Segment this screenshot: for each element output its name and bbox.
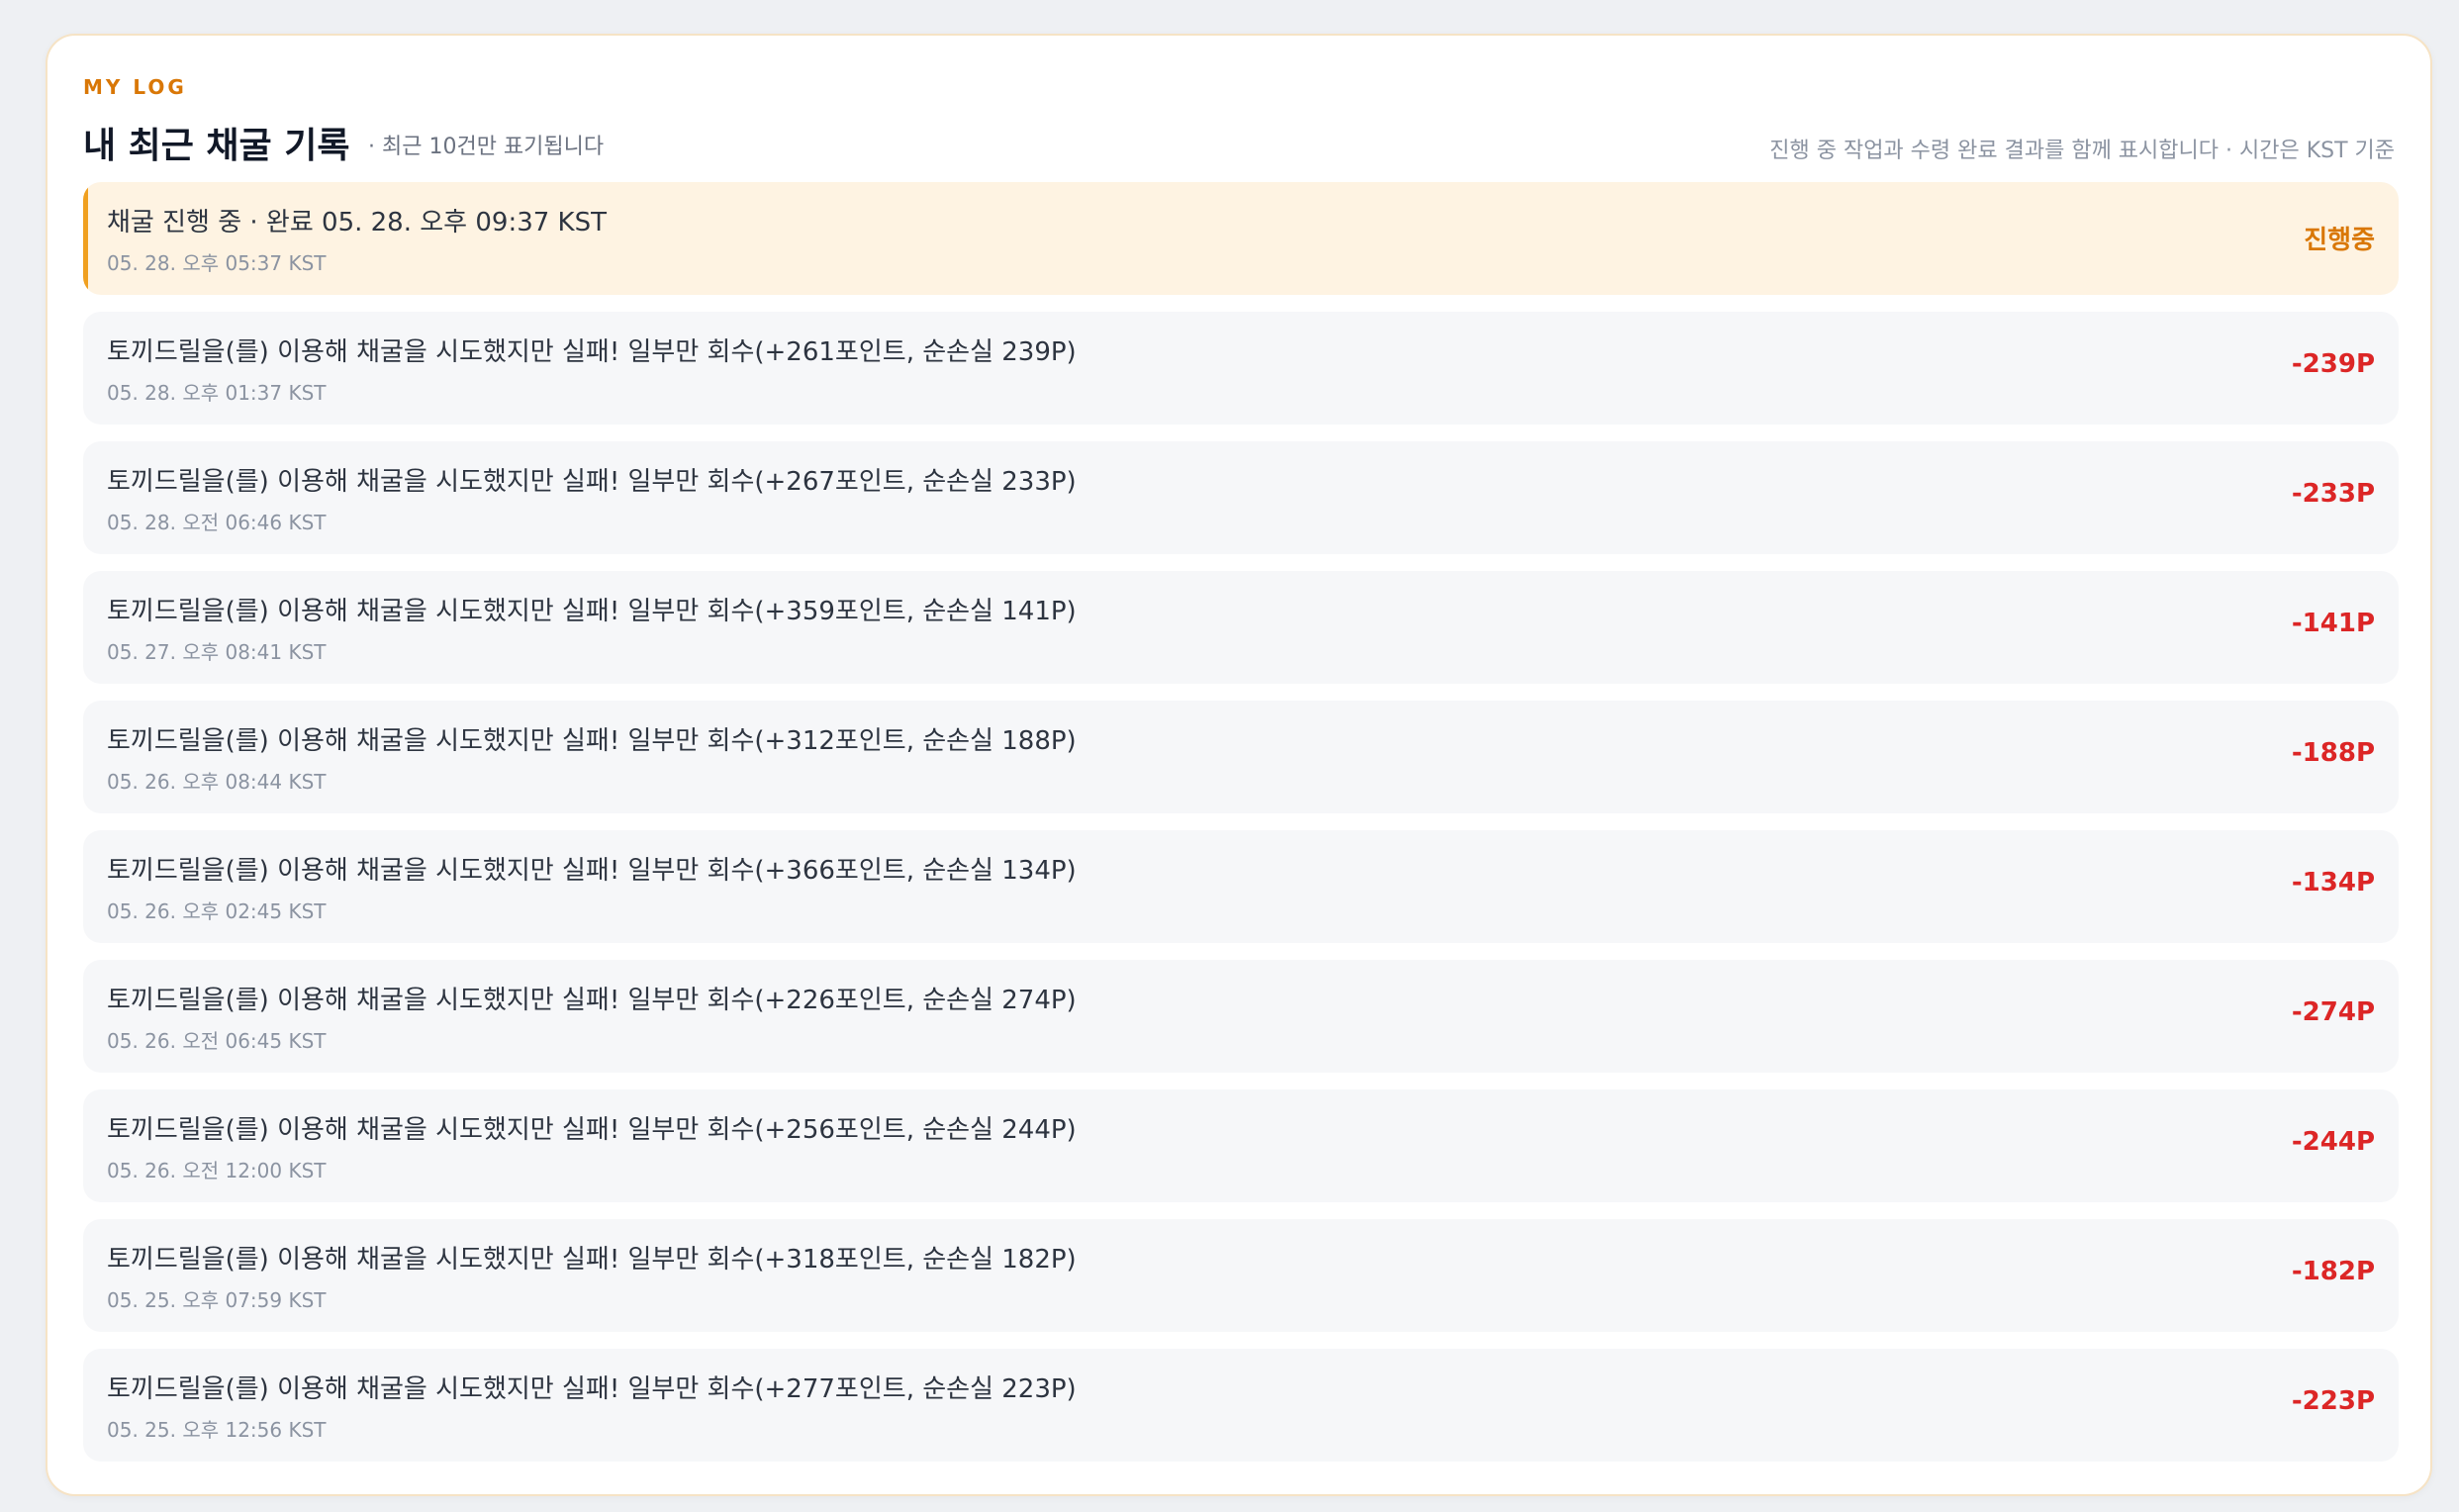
record-description: 토끼드릴을(를) 이용해 채굴을 시도했지만 실패! 일부만 회수(+226포인… — [107, 986, 1077, 1015]
record-amount: -233P — [2291, 479, 2375, 509]
record-timestamp: 05. 28. 오후 01:37 KST — [107, 381, 327, 405]
record-description: 토끼드릴을(를) 이용해 채굴을 시도했지만 실패! 일부만 회수(+312포인… — [107, 726, 1077, 756]
record-row: 토끼드릴을(를) 이용해 채굴을 시도했지만 실패! 일부만 회수(+359포인… — [83, 571, 2399, 684]
record-row: 토끼드릴을(를) 이용해 채굴을 시도했지만 실패! 일부만 회수(+366포인… — [83, 830, 2399, 943]
record-amount: -182P — [2291, 1257, 2375, 1286]
record-row-pending: 채굴 진행 중 · 완료 05. 28. 오후 09:37 KST 05. 28… — [83, 182, 2399, 295]
record-amount: -223P — [2291, 1386, 2375, 1416]
record-row: 토끼드릴을(를) 이용해 채굴을 시도했지만 실패! 일부만 회수(+312포인… — [83, 701, 2399, 813]
record-row: 토끼드릴을(를) 이용해 채굴을 시도했지만 실패! 일부만 회수(+318포인… — [83, 1219, 2399, 1332]
record-timestamp: 05. 25. 오후 12:56 KST — [107, 1418, 327, 1442]
record-amount: -141P — [2291, 609, 2375, 638]
section-eyebrow: MY LOG — [83, 75, 187, 99]
record-amount: -134P — [2291, 868, 2375, 898]
mining-log-panel: MY LOG 내 최근 채굴 기록 · 최근 10건만 표기됩니다 진행 중 작… — [46, 34, 2432, 1496]
record-row: 토끼드릴을(를) 이용해 채굴을 시도했지만 실패! 일부만 회수(+261포인… — [83, 312, 2399, 425]
panel-subtitle: · 최근 10건만 표기됩니다 — [368, 135, 605, 159]
record-amount: -188P — [2291, 738, 2375, 768]
panel-note: 진행 중 작업과 수령 완료 결과를 함께 표시합니다 · 시간은 KST 기준 — [1769, 139, 2395, 163]
record-timestamp: 05. 27. 오후 08:41 KST — [107, 640, 327, 664]
record-description: 토끼드릴을(를) 이용해 채굴을 시도했지만 실패! 일부만 회수(+256포인… — [107, 1115, 1077, 1145]
record-amount: 진행중 — [2304, 226, 2375, 255]
mining-record-list: 채굴 진행 중 · 완료 05. 28. 오후 09:37 KST 05. 28… — [83, 182, 2399, 1478]
panel-header: 내 최근 채굴 기록 · 최근 10건만 표기됩니다 진행 중 작업과 수령 완… — [83, 111, 2395, 166]
record-description: 토끼드릴을(를) 이용해 채굴을 시도했지만 실패! 일부만 회수(+267포인… — [107, 467, 1077, 497]
record-timestamp: 05. 26. 오후 02:45 KST — [107, 899, 327, 923]
record-amount: -244P — [2291, 1127, 2375, 1157]
record-timestamp: 05. 28. 오후 05:37 KST — [107, 251, 327, 275]
record-description: 토끼드릴을(를) 이용해 채굴을 시도했지만 실패! 일부만 회수(+261포인… — [107, 337, 1077, 367]
record-description: 토끼드릴을(를) 이용해 채굴을 시도했지만 실패! 일부만 회수(+359포인… — [107, 597, 1077, 626]
record-description: 채굴 진행 중 · 완료 05. 28. 오후 09:37 KST — [107, 208, 607, 237]
record-timestamp: 05. 26. 오후 08:44 KST — [107, 770, 327, 794]
record-timestamp: 05. 25. 오후 07:59 KST — [107, 1288, 327, 1312]
record-row: 토끼드릴을(를) 이용해 채굴을 시도했지만 실패! 일부만 회수(+267포인… — [83, 441, 2399, 554]
record-description: 토끼드릴을(를) 이용해 채굴을 시도했지만 실패! 일부만 회수(+366포인… — [107, 856, 1077, 886]
record-description: 토끼드릴을(를) 이용해 채굴을 시도했지만 실패! 일부만 회수(+318포인… — [107, 1245, 1077, 1275]
panel-title: 내 최근 채굴 기록 — [83, 126, 350, 166]
record-row: 토끼드릴을(를) 이용해 채굴을 시도했지만 실패! 일부만 회수(+277포인… — [83, 1349, 2399, 1462]
record-amount: -274P — [2291, 997, 2375, 1027]
record-row: 토끼드릴을(를) 이용해 채굴을 시도했지만 실패! 일부만 회수(+226포인… — [83, 960, 2399, 1073]
record-amount: -239P — [2291, 349, 2375, 379]
record-description: 토끼드릴을(를) 이용해 채굴을 시도했지만 실패! 일부만 회수(+277포인… — [107, 1374, 1077, 1404]
record-timestamp: 05. 26. 오전 12:00 KST — [107, 1159, 327, 1182]
record-timestamp: 05. 26. 오전 06:45 KST — [107, 1029, 327, 1053]
record-row: 토끼드릴을(를) 이용해 채굴을 시도했지만 실패! 일부만 회수(+256포인… — [83, 1089, 2399, 1202]
record-timestamp: 05. 28. 오전 06:46 KST — [107, 511, 327, 534]
